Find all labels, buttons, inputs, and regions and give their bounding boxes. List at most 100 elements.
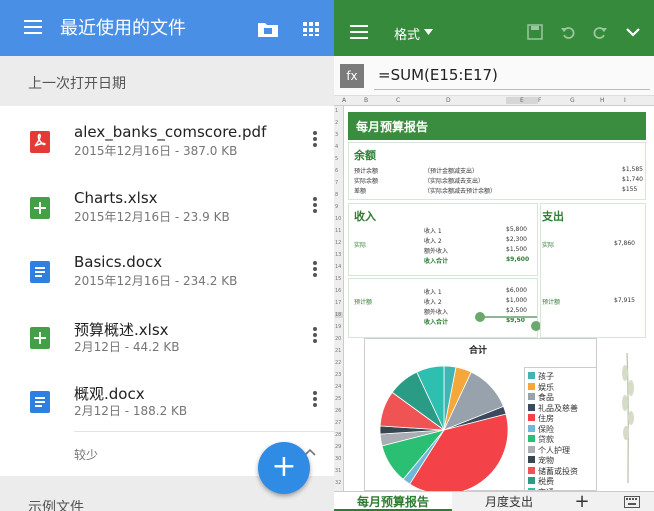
save-icon[interactable] xyxy=(527,24,543,40)
file-item[interactable] xyxy=(0,176,334,238)
menu-icon[interactable] xyxy=(24,20,42,34)
keyboard-icon[interactable] xyxy=(624,496,640,508)
income-planned-label: 预计额 xyxy=(354,299,373,306)
column-header[interactable]: C xyxy=(396,97,400,104)
income-value: $2,500 xyxy=(506,307,527,314)
balance-value: $155 xyxy=(622,186,638,193)
more-options-icon[interactable] xyxy=(313,391,317,407)
chart-title: 合计 xyxy=(469,346,488,356)
balance-desc: （预计金额减支出） xyxy=(424,168,479,175)
redo-icon[interactable] xyxy=(592,24,608,40)
show-less-link[interactable]: 较少 xyxy=(74,446,98,463)
spreadsheet-pane: 格式 fx =SUM(E15:E17) ABCDEFGHI 1234567891… xyxy=(334,0,654,511)
row-header[interactable]: 27 xyxy=(335,420,341,426)
row-header[interactable]: 24 xyxy=(335,384,341,390)
income-label: 收入 2 xyxy=(424,299,442,306)
row-header[interactable]: 3 xyxy=(335,132,338,138)
legend-label: 娱乐 xyxy=(538,382,554,392)
income-value: $9,600 xyxy=(506,256,530,263)
row-header[interactable]: 11 xyxy=(335,228,341,234)
row-header[interactable]: 10 xyxy=(335,216,341,222)
legend-label: 个人护理 xyxy=(538,445,570,455)
row-header[interactable]: 29 xyxy=(335,444,341,450)
more-options-icon[interactable] xyxy=(313,261,317,277)
row-header[interactable]: 26 xyxy=(335,408,341,414)
legend-label: 宠物 xyxy=(538,456,554,465)
row-header[interactable]: 17 xyxy=(335,300,341,306)
income-label: 收入合计 xyxy=(424,319,449,326)
row-header[interactable]: 32 xyxy=(335,480,341,486)
column-header[interactable]: G xyxy=(570,97,575,104)
income-title: 收入 xyxy=(354,210,376,223)
app-bar: 最近使用的文件 xyxy=(0,0,334,56)
folder-icon[interactable] xyxy=(258,21,278,37)
add-sheet-button[interactable]: + xyxy=(562,492,602,511)
row-header[interactable]: 14 xyxy=(335,264,341,270)
column-header[interactable]: H xyxy=(600,97,605,104)
row-header[interactable]: 7 xyxy=(335,180,338,186)
row-header[interactable]: 28 xyxy=(335,432,341,438)
row-header[interactable]: 30 xyxy=(335,456,341,462)
formula-bar: fx =SUM(E15:E17) xyxy=(334,56,654,96)
income-label: 额外收入 xyxy=(424,309,449,316)
expense-planned-label: 预计额 xyxy=(542,299,561,306)
column-header[interactable]: E xyxy=(506,97,538,104)
column-header[interactable]: D xyxy=(446,97,451,104)
plant-illustration xyxy=(622,352,634,483)
row-header[interactable]: 23 xyxy=(335,372,341,378)
legend-label: 保险 xyxy=(538,424,554,434)
tab-monthly-expenses[interactable]: 月度支出 xyxy=(456,492,562,511)
column-header[interactable]: B xyxy=(364,97,368,104)
legend-swatch xyxy=(528,477,535,484)
undo-icon[interactable] xyxy=(560,24,576,40)
income-label: 收入 1 xyxy=(424,289,442,296)
format-menu[interactable]: 格式 xyxy=(394,24,420,43)
selection-handle-start[interactable] xyxy=(475,312,485,322)
legend-swatch xyxy=(528,435,535,442)
dropdown-arrow-icon[interactable] xyxy=(424,29,433,35)
file-item[interactable] xyxy=(0,370,334,432)
row-header[interactable]: 18 xyxy=(335,312,344,318)
more-options-icon[interactable] xyxy=(313,131,317,147)
file-name: alex_banks_comscore.pdf xyxy=(74,123,267,141)
file-item[interactable] xyxy=(0,240,334,302)
column-header[interactable]: A xyxy=(342,97,346,104)
row-header[interactable]: 5 xyxy=(335,156,338,162)
row-header[interactable]: 13 xyxy=(335,252,341,258)
row-header[interactable]: 9 xyxy=(335,204,338,210)
row-header[interactable]: 12 xyxy=(335,240,341,246)
fx-icon[interactable]: fx xyxy=(340,64,364,88)
legend-label: 孩子 xyxy=(538,372,554,381)
legend-swatch xyxy=(528,393,535,400)
row-header[interactable]: 31 xyxy=(335,468,341,474)
grid-view-icon[interactable] xyxy=(303,22,319,36)
row-header[interactable]: 1 xyxy=(335,108,338,114)
row-header[interactable]: 8 xyxy=(335,192,338,198)
chart-legend: 孩子娱乐食品礼品及慈善住房保险贷款个人护理宠物储蓄或投资税费交通 xyxy=(524,367,597,491)
more-options-icon[interactable] xyxy=(313,327,317,343)
row-header[interactable]: 6 xyxy=(335,168,338,174)
file-item[interactable] xyxy=(0,110,334,172)
sheet-tabs: 每月预算报告 月度支出 + xyxy=(334,491,654,511)
row-header[interactable]: 21 xyxy=(335,348,341,354)
page-title: 最近使用的文件 xyxy=(60,18,186,39)
column-header[interactable]: F xyxy=(538,97,541,104)
row-header[interactable]: 20 xyxy=(335,336,341,342)
column-header[interactable]: I xyxy=(624,97,626,104)
expense-planned-value: $7,915 xyxy=(614,297,635,304)
row-header[interactable]: 25 xyxy=(335,396,341,402)
row-header[interactable]: 19 xyxy=(335,324,341,330)
tab-monthly-budget[interactable]: 每月预算报告 xyxy=(334,492,452,511)
more-options-icon[interactable] xyxy=(313,197,317,213)
row-header[interactable]: 2 xyxy=(335,120,338,126)
row-header[interactable]: 15 xyxy=(335,276,341,282)
docx-file-icon xyxy=(30,261,50,283)
income-actual-label: 实际 xyxy=(354,242,367,249)
chevron-down-icon[interactable] xyxy=(625,26,641,38)
menu-icon[interactable] xyxy=(350,25,368,39)
formula-input[interactable]: =SUM(E15:E17) xyxy=(378,66,498,84)
row-header[interactable]: 4 xyxy=(335,144,338,150)
row-header[interactable]: 16 xyxy=(335,288,341,294)
row-header[interactable]: 22 xyxy=(335,360,341,366)
add-file-button[interactable]: + xyxy=(258,442,310,494)
